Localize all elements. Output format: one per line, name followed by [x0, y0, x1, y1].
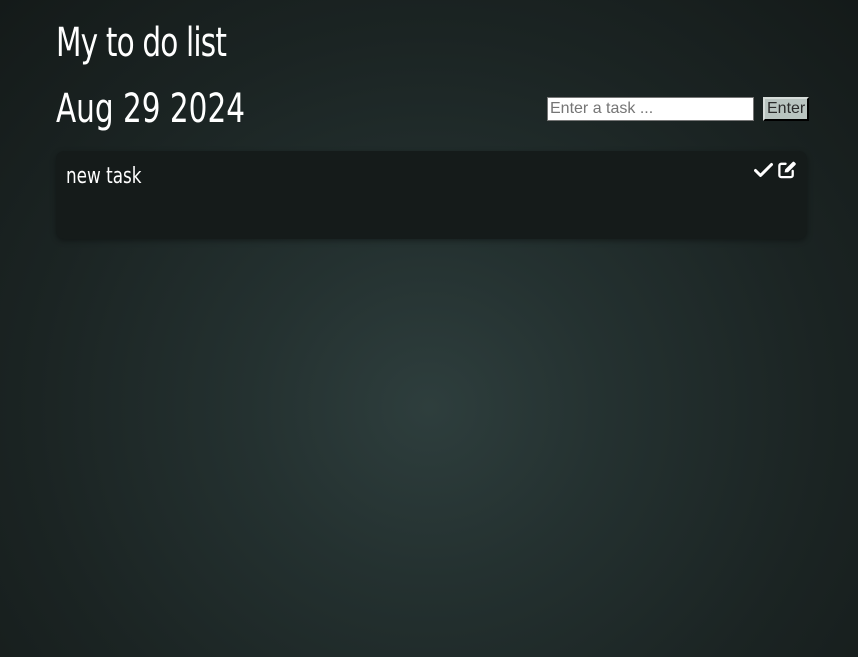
task-input[interactable] [547, 97, 754, 121]
add-task-form: Enter [547, 97, 810, 121]
task-list: new task [56, 151, 807, 239]
edit-icon[interactable] [777, 160, 797, 180]
current-date: Aug 29 2024 [56, 86, 245, 132]
task-text: new task [66, 164, 142, 189]
task-actions [753, 160, 797, 180]
task-item: new task [56, 151, 807, 239]
page-title: My to do list [56, 20, 227, 66]
check-icon[interactable] [753, 160, 773, 180]
enter-button[interactable]: Enter [763, 97, 810, 121]
